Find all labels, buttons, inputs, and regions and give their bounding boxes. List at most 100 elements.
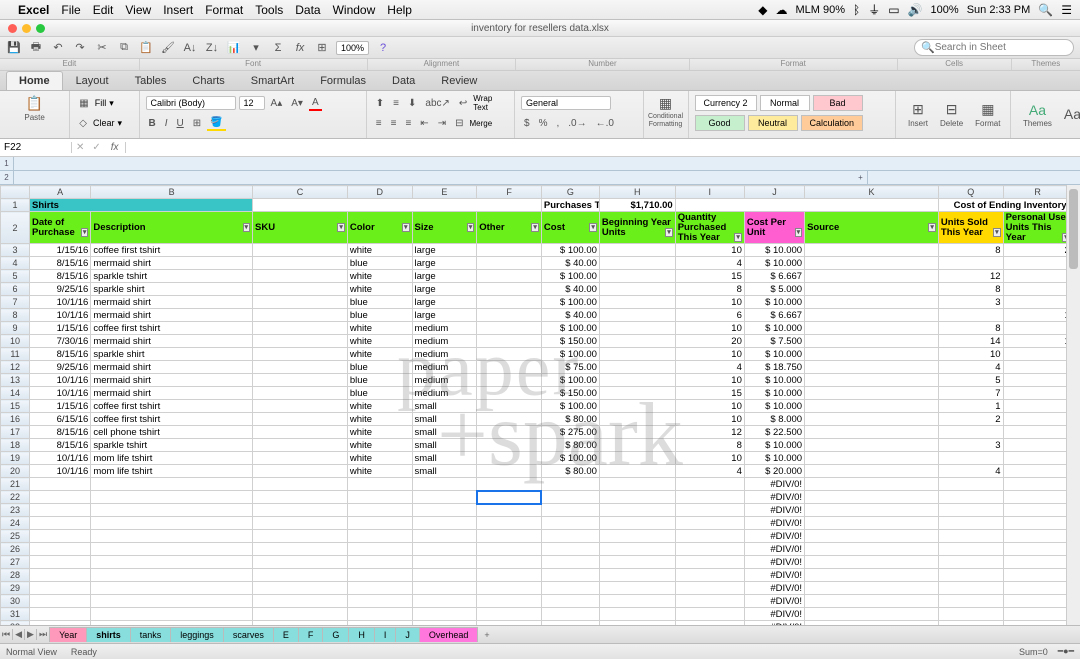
- help-icon[interactable]: ?: [375, 40, 391, 56]
- align-center-icon[interactable]: ≡: [388, 117, 400, 130]
- paste-icon[interactable]: 📋: [138, 40, 154, 56]
- wifi-label[interactable]: MLM 90%: [796, 4, 846, 16]
- row-header-9[interactable]: 9: [1, 322, 30, 335]
- percent-icon[interactable]: %: [536, 117, 551, 130]
- minimize-window-button[interactable]: [22, 24, 31, 33]
- mac-menu-window[interactable]: Window: [333, 3, 376, 17]
- row-header-28[interactable]: 28: [1, 569, 30, 582]
- data-row[interactable]: 188/15/16sparkle tshirtwhitesmall$ 80.00…: [1, 439, 1080, 452]
- empty-row[interactable]: 29#DIV/0!#DIV/0!: [1, 582, 1080, 595]
- col-header-H[interactable]: H: [599, 186, 675, 199]
- col-header-personal-use-units-this-year[interactable]: Personal Use Units This Year▾: [1003, 212, 1072, 244]
- wifi-icon[interactable]: ⏚: [868, 1, 880, 18]
- filter-icon[interactable]: ▾: [243, 223, 251, 232]
- data-row[interactable]: 58/15/16sparkle tshirtwhitelarge$ 100.00…: [1, 270, 1080, 283]
- filter-icon[interactable]: ▾: [795, 228, 803, 237]
- filter-icon[interactable]: ▾: [928, 223, 936, 232]
- data-row[interactable]: 129/25/16mermaid shirtbluemedium$ 75.004…: [1, 361, 1080, 374]
- col-header-C[interactable]: C: [253, 186, 348, 199]
- row-header-20[interactable]: 20: [1, 465, 30, 478]
- data-row[interactable]: 1910/1/16mom life tshirtwhitesmall$ 100.…: [1, 452, 1080, 465]
- filter-icon[interactable]: ▾: [402, 223, 410, 232]
- name-box[interactable]: F22: [0, 142, 72, 153]
- row-header-15[interactable]: 15: [1, 400, 30, 413]
- copy-icon[interactable]: ⧉: [116, 40, 132, 56]
- close-window-button[interactable]: [8, 24, 17, 33]
- col-header-K[interactable]: K: [805, 186, 939, 199]
- empty-row[interactable]: 25#DIV/0!#DIV/0!: [1, 530, 1080, 543]
- col-header-sku[interactable]: SKU▾: [253, 212, 348, 244]
- clock[interactable]: Sun 2:33 PM: [967, 4, 1031, 16]
- zoom-dropdown[interactable]: 100%: [336, 41, 369, 55]
- font-size-dropdown[interactable]: 12: [239, 96, 265, 110]
- indent-increase-icon[interactable]: ⇥: [435, 117, 449, 130]
- theme-fonts-button[interactable]: Aa▾: [1058, 93, 1080, 136]
- col-header-F[interactable]: F: [477, 186, 542, 199]
- mac-menu-data[interactable]: Data: [295, 3, 320, 17]
- col-header-cost[interactable]: Cost▾: [541, 212, 599, 244]
- mac-menu-file[interactable]: File: [61, 3, 80, 17]
- delete-cells-button[interactable]: ⊟Delete: [934, 93, 969, 136]
- data-row[interactable]: 151/15/16coffee first tshirtwhitesmall$ …: [1, 400, 1080, 413]
- col-header-color[interactable]: Color▾: [347, 212, 412, 244]
- sheet-tab-leggings[interactable]: leggings: [170, 627, 224, 642]
- data-row[interactable]: 2010/1/16mom life tshirtwhitesmall$ 80.0…: [1, 465, 1080, 478]
- row-header-10[interactable]: 10: [1, 335, 30, 348]
- dropbox-icon[interactable]: ◆: [758, 3, 767, 17]
- filter-icon[interactable]: ▾: [81, 228, 89, 237]
- themes-button[interactable]: AaThemes: [1017, 93, 1058, 136]
- sheet-tab-tanks[interactable]: tanks: [130, 627, 172, 642]
- empty-row[interactable]: 28#DIV/0!#DIV/0!: [1, 569, 1080, 582]
- sum-icon[interactable]: Σ: [270, 40, 286, 56]
- select-all-cell[interactable]: [1, 186, 30, 199]
- vertical-scrollbar[interactable]: [1066, 185, 1080, 625]
- row-header-26[interactable]: 26: [1, 543, 30, 556]
- sheet-tab-scarves[interactable]: scarves: [223, 627, 274, 642]
- cancel-formula-icon[interactable]: ✕: [72, 142, 88, 153]
- col-header-J[interactable]: J: [744, 186, 804, 199]
- format-cells-button[interactable]: ▦Format: [969, 93, 1006, 136]
- chart-icon[interactable]: 📊: [226, 40, 242, 56]
- search-box[interactable]: 🔍: [914, 39, 1074, 56]
- data-row[interactable]: 31/15/16coffee first tshirtwhitelarge$ 1…: [1, 244, 1080, 257]
- formula-input[interactable]: [126, 142, 1080, 153]
- col-header-E[interactable]: E: [412, 186, 477, 199]
- increase-font-icon[interactable]: A▴: [268, 97, 286, 110]
- format-painter-icon[interactable]: 🖌: [160, 40, 176, 56]
- filter-icon[interactable]: ▾: [531, 223, 539, 232]
- row-header-18[interactable]: 18: [1, 439, 30, 452]
- currency-icon[interactable]: $: [521, 117, 533, 130]
- fill-color-icon[interactable]: 🪣: [207, 116, 225, 131]
- filter-icon[interactable]: ▾: [337, 223, 345, 232]
- data-row[interactable]: 166/15/16coffee first tshirtwhitesmall$ …: [1, 413, 1080, 426]
- save-icon[interactable]: 💾: [6, 40, 22, 56]
- orientation-icon[interactable]: abc↗: [422, 97, 453, 110]
- merge-button[interactable]: ⊟: [452, 117, 466, 130]
- style-good[interactable]: Good: [695, 115, 745, 131]
- ribbon-tab-charts[interactable]: Charts: [179, 71, 237, 90]
- empty-row[interactable]: 26#DIV/0!#DIV/0!: [1, 543, 1080, 556]
- decrease-decimal-icon[interactable]: ←.0: [593, 117, 617, 130]
- sheet-tab-e[interactable]: E: [273, 627, 299, 642]
- sheet-tab-h[interactable]: H: [348, 627, 375, 642]
- comma-icon[interactable]: ,: [553, 117, 562, 130]
- row-header-22[interactable]: 22: [1, 491, 30, 504]
- empty-row[interactable]: 23#DIV/0!#DIV/0!: [1, 504, 1080, 517]
- row-header-4[interactable]: 4: [1, 257, 30, 270]
- menu-icon[interactable]: ☰: [1061, 3, 1072, 17]
- data-row[interactable]: 810/1/16mermaid shirtbluelarge$ 40.006$ …: [1, 309, 1080, 322]
- border-button[interactable]: ⊞: [190, 117, 204, 130]
- data-row[interactable]: 91/15/16coffee first tshirtwhitemedium$ …: [1, 322, 1080, 335]
- data-row[interactable]: 48/15/16mermaid shirtbluelarge$ 40.004$ …: [1, 257, 1080, 270]
- row-header-19[interactable]: 19: [1, 452, 30, 465]
- empty-row[interactable]: 31#DIV/0!#DIV/0!: [1, 608, 1080, 621]
- sort-desc-icon[interactable]: Z↓: [204, 40, 220, 56]
- row-header-12[interactable]: 12: [1, 361, 30, 374]
- row-header-29[interactable]: 29: [1, 582, 30, 595]
- align-bottom-icon[interactable]: ⬇: [405, 97, 419, 110]
- row-header-31[interactable]: 31: [1, 608, 30, 621]
- data-row[interactable]: 1310/1/16mermaid shirtbluemedium$ 100.00…: [1, 374, 1080, 387]
- row-header-7[interactable]: 7: [1, 296, 30, 309]
- underline-button[interactable]: U: [174, 117, 187, 130]
- mac-menu-edit[interactable]: Edit: [93, 3, 114, 17]
